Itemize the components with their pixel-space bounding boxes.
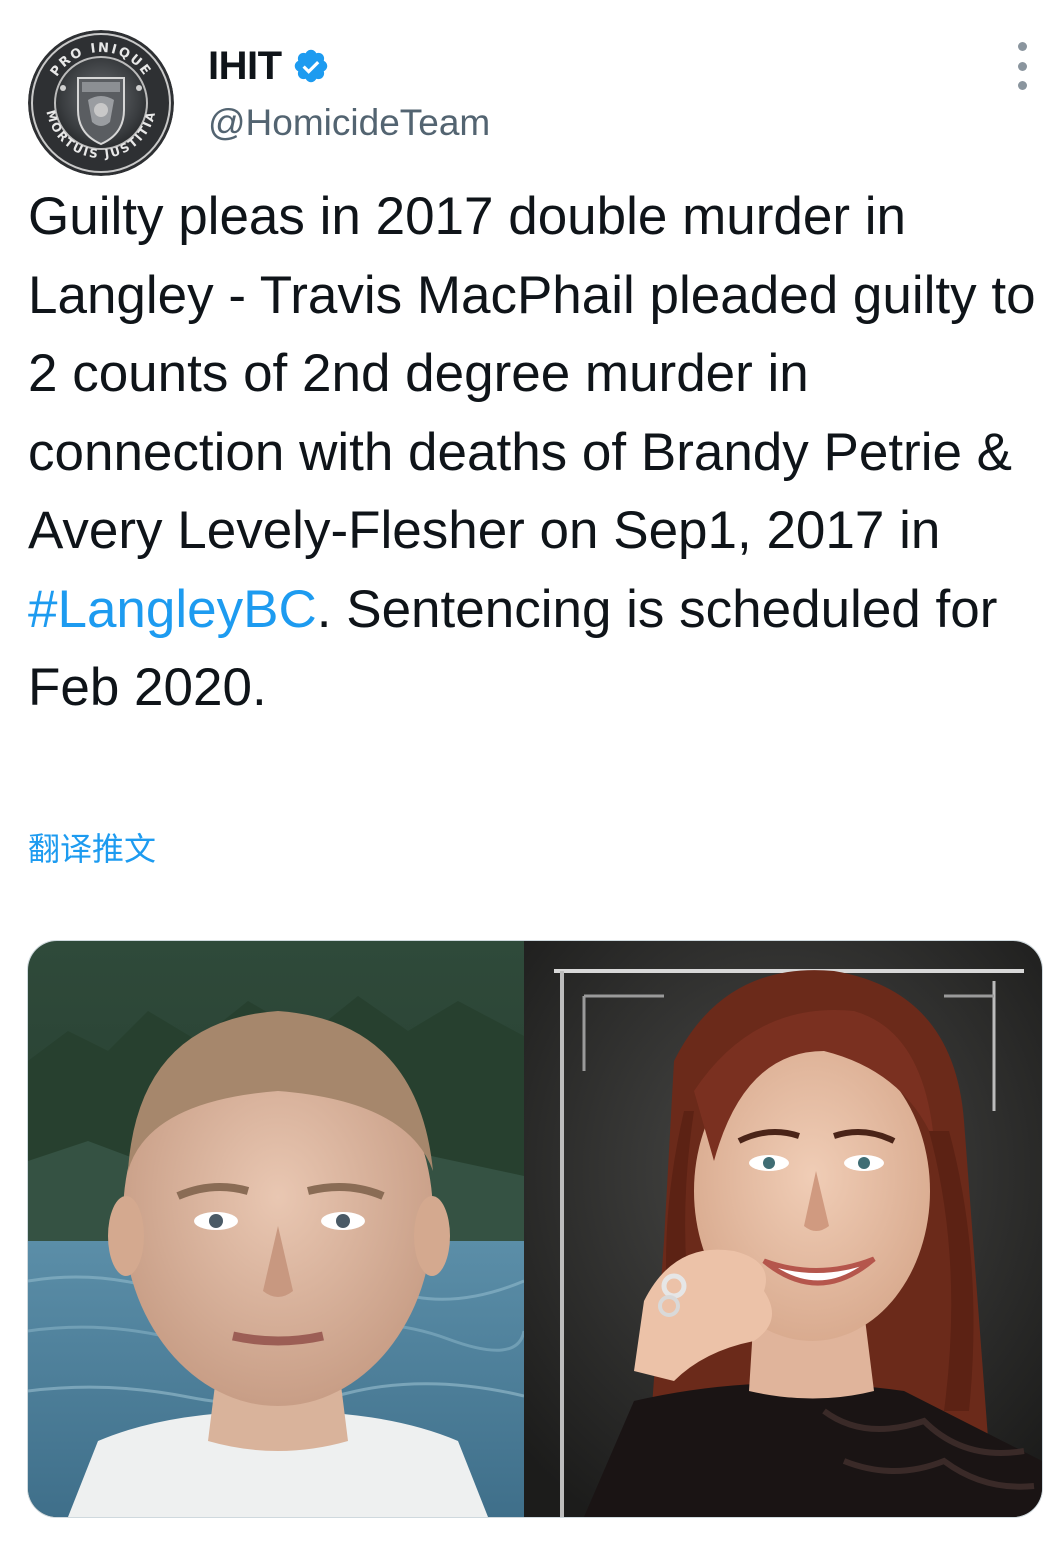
verified-badge-icon: [292, 47, 330, 85]
translate-tweet-link[interactable]: 翻译推文: [28, 824, 156, 870]
author-handle[interactable]: @HomicideTeam: [208, 102, 490, 144]
avatar[interactable]: PRO INIQUE MORTUIS JUSTITIA: [28, 30, 174, 176]
more-dot: [1017, 81, 1027, 90]
more-vertical-icon: [1017, 42, 1027, 51]
photo-right[interactable]: [524, 941, 1042, 1517]
more-options-button[interactable]: [1009, 42, 1035, 90]
photo-left[interactable]: [28, 941, 524, 1517]
hashtag-link[interactable]: #LangleyBC: [28, 580, 317, 639]
ihit-badge-logo-icon: PRO INIQUE MORTUIS JUSTITIA: [28, 30, 174, 176]
author-name-row[interactable]: IHIT: [208, 38, 330, 94]
tweet-text-part: Guilty pleas in 2017 double murder in La…: [28, 187, 1036, 560]
media-grid: [27, 940, 1043, 1518]
photo-man-short-hair-icon: [28, 941, 524, 1517]
tweet-text: Guilty pleas in 2017 double murder in La…: [28, 178, 1038, 728]
tweet: PRO INIQUE MORTUIS JUSTITIA IHIT @Homici…: [0, 0, 1063, 1555]
photo-woman-long-hair-icon: [524, 941, 1042, 1517]
more-dot: [1017, 61, 1027, 71]
display-name[interactable]: IHIT: [208, 44, 282, 89]
